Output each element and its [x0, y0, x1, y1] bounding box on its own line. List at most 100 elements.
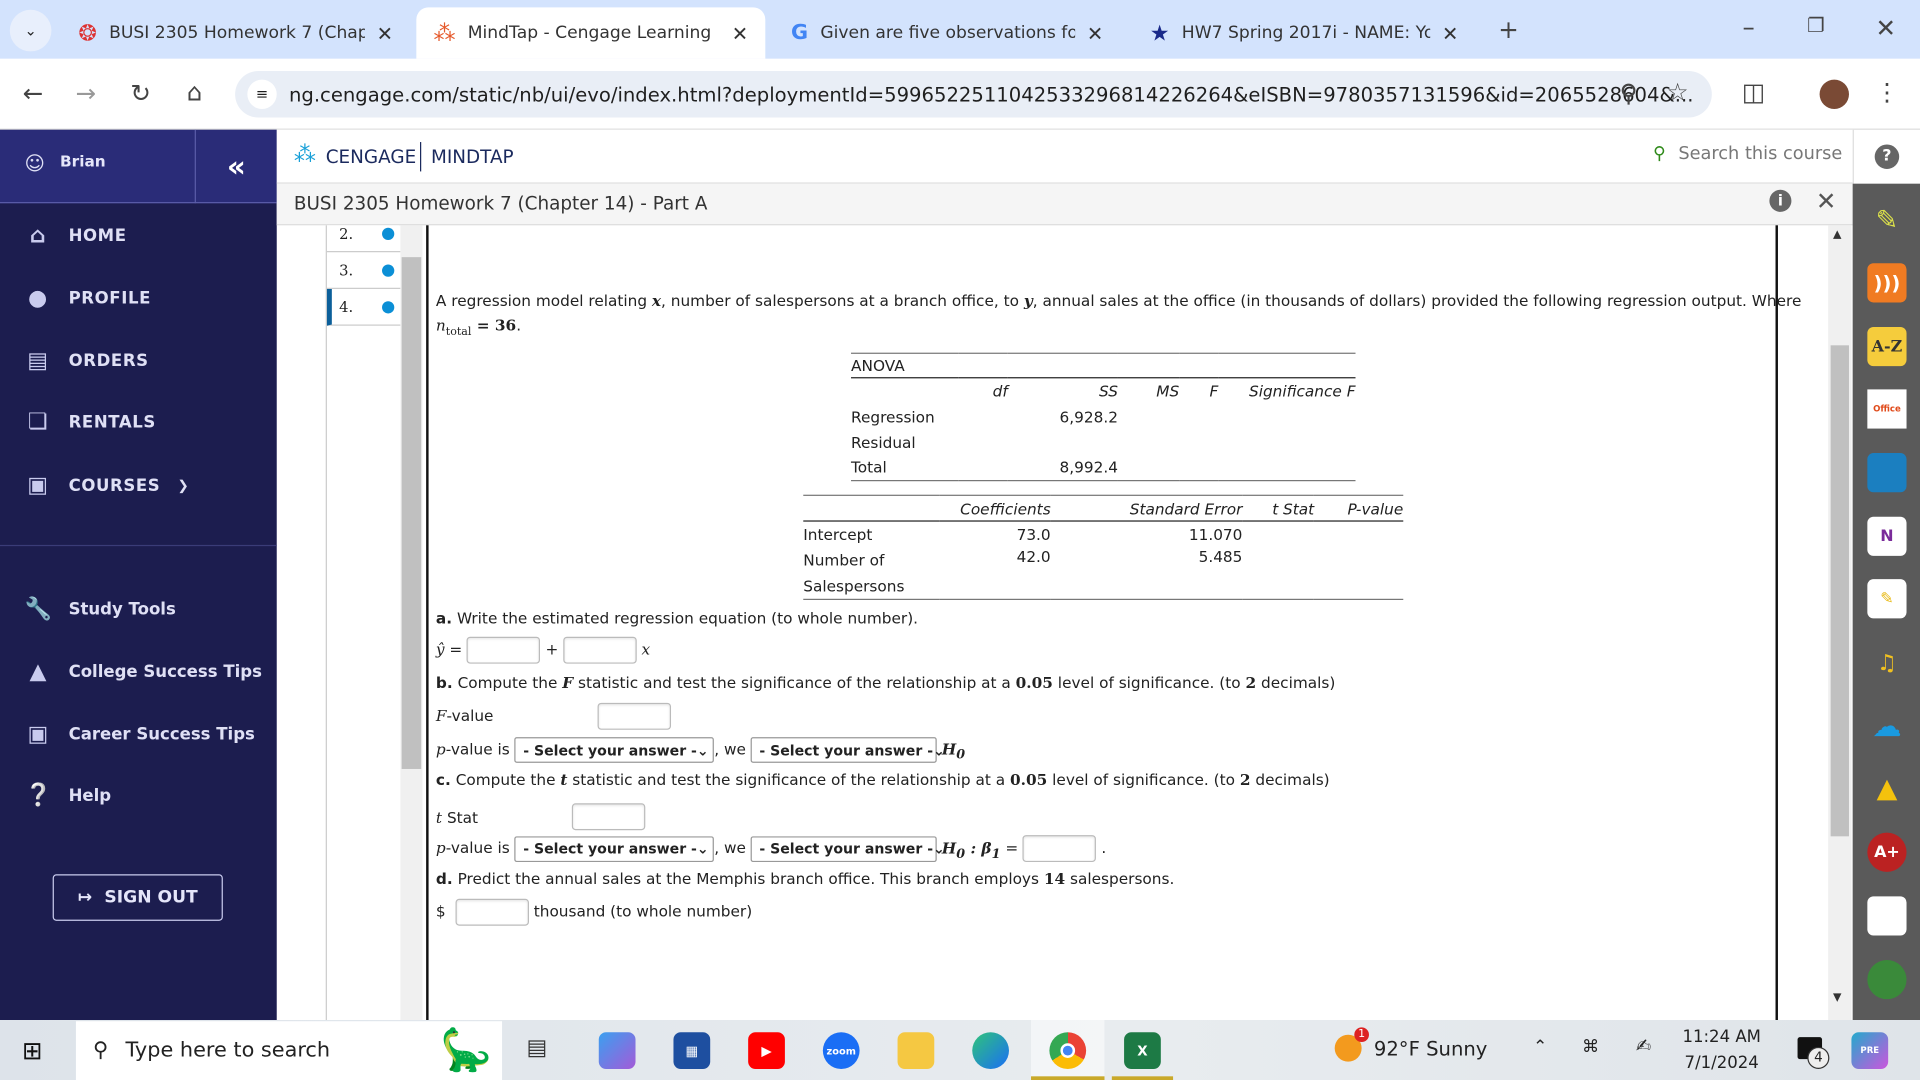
- clock[interactable]: 11:24 AM 7/1/2024: [1682, 1025, 1760, 1076]
- t-stat-input[interactable]: [571, 803, 646, 831]
- readspeaker-icon[interactable]: ♫: [1867, 643, 1906, 682]
- zoom-icon[interactable]: ⚲: [1610, 78, 1647, 107]
- weather-widget[interactable]: 1 92°F Sunny: [1334, 1027, 1487, 1062]
- reload-icon[interactable]: ↻: [122, 78, 159, 107]
- windows-start-icon[interactable]: ⊞: [22, 1036, 43, 1065]
- sidebar-divider: [0, 544, 277, 547]
- menu-icon[interactable]: ⋮: [1869, 77, 1906, 106]
- slope-input[interactable]: [563, 636, 637, 664]
- flashcards-icon[interactable]: [1867, 896, 1907, 936]
- forward-icon[interactable]: →: [67, 78, 104, 107]
- chrome-taskbar-item[interactable]: [1031, 1020, 1105, 1080]
- browser-tab[interactable]: ❂ BUSI 2305 Homework 7 (Chapte ✕: [61, 7, 410, 58]
- sign-out-button[interactable]: ↦ SIGN OUT: [52, 874, 223, 921]
- sidebar-item-courses[interactable]: ▣ COURSES ❯: [24, 473, 189, 499]
- close-tab-icon[interactable]: ✕: [1442, 21, 1458, 44]
- close-tab-icon[interactable]: ✕: [732, 21, 748, 44]
- sidebar-item-college-success-tips[interactable]: ▲ College Success Tips: [24, 659, 261, 685]
- close-icon[interactable]: ✕: [1816, 186, 1837, 215]
- profile-circle-icon[interactable]: [1867, 960, 1907, 1000]
- notes-icon[interactable]: ✎: [1867, 579, 1907, 619]
- chevron-up-icon[interactable]: ⌃: [1533, 1037, 1547, 1057]
- profile-avatar[interactable]: [1819, 79, 1849, 109]
- close-tab-icon[interactable]: ✕: [1087, 21, 1103, 44]
- pen-icon[interactable]: ✍: [1636, 1035, 1651, 1057]
- microsoft-store-icon[interactable]: ▦: [673, 1032, 711, 1069]
- pvalue-select[interactable]: - Select your answer - ⌄: [514, 737, 715, 763]
- question-item-current[interactable]: 4.: [326, 288, 401, 326]
- close-window-icon[interactable]: ✕: [1867, 13, 1904, 42]
- address-bar[interactable]: ≡ ng.cengage.com/static/nb/ui/evo/index.…: [235, 71, 1712, 118]
- rss-icon[interactable]: ))): [1867, 263, 1907, 303]
- copilot-pre-icon[interactable]: PRE: [1851, 1032, 1889, 1069]
- taskbar-search[interactable]: ⚲ Type here to search 🦕: [75, 1021, 503, 1080]
- bookmark-star-icon[interactable]: ☆: [1659, 77, 1696, 106]
- prediction-input[interactable]: [455, 898, 529, 926]
- scrollbar-thumb[interactable]: [1830, 345, 1849, 837]
- content-scrollbar[interactable]: ▲ ▼: [1828, 225, 1852, 1021]
- browser-tab[interactable]: G Given are five observations for t ✕: [774, 7, 1121, 58]
- help-button[interactable]: ?: [1852, 129, 1920, 184]
- edge-icon[interactable]: [972, 1032, 1009, 1069]
- google-favicon-icon: G: [791, 20, 809, 46]
- search-icon: ⚲: [93, 1038, 109, 1063]
- scrollbar-thumb[interactable]: [401, 257, 422, 769]
- beta1-input[interactable]: [1023, 835, 1097, 863]
- home-icon: ⌂: [29, 222, 47, 249]
- onenote-icon[interactable]: N: [1867, 516, 1907, 556]
- minimize-icon[interactable]: –: [1730, 12, 1767, 41]
- google-drive-icon[interactable]: ▲: [1867, 769, 1906, 808]
- sidebar-item-study-tools[interactable]: 🔧 Study Tools: [24, 596, 175, 622]
- wifi-icon[interactable]: ⌘: [1582, 1037, 1599, 1057]
- file-explorer-icon[interactable]: [897, 1032, 935, 1069]
- zoom-app-icon[interactable]: zoom: [822, 1032, 860, 1069]
- decision-select[interactable]: - Select your answer - ⌄: [750, 835, 945, 862]
- home-icon[interactable]: ⌂: [176, 77, 213, 106]
- profile-icon: ●: [28, 285, 48, 312]
- sidebar-item-help[interactable]: ❔ Help: [24, 782, 111, 808]
- question-list-scrollbar[interactable]: [400, 225, 423, 1021]
- decision-select[interactable]: - Select your answer - ⌄: [750, 737, 945, 763]
- notifications-icon[interactable]: 4: [1797, 1037, 1830, 1069]
- f-value-input[interactable]: [597, 702, 672, 730]
- browser-tab-active[interactable]: ⁂ MindTap - Cengage Learning ✕: [416, 7, 766, 59]
- collapse-sidebar-button[interactable]: «: [194, 129, 277, 204]
- excel-taskbar-item[interactable]: X: [1111, 1020, 1174, 1080]
- question-item[interactable]: 2.: [326, 216, 401, 253]
- back-icon[interactable]: ←: [15, 78, 52, 107]
- new-tab-icon[interactable]: +: [1490, 15, 1527, 44]
- sidebar-item-orders[interactable]: ▤ ORDERS: [24, 348, 148, 374]
- course-search[interactable]: ⚲ Search this course: [1653, 144, 1842, 164]
- chevron-down-icon: ⌄: [696, 840, 709, 858]
- restore-icon[interactable]: ❐: [1798, 13, 1835, 36]
- extensions-icon[interactable]: ◫: [1735, 77, 1772, 106]
- onedrive-icon[interactable]: ☁: [1867, 707, 1906, 746]
- sidebar-item-profile[interactable]: ● PROFILE: [24, 285, 151, 311]
- aplus-icon[interactable]: A+: [1867, 832, 1907, 872]
- sidebar-user: ☺ Brian «: [0, 129, 277, 204]
- office-icon[interactable]: Office: [1867, 389, 1907, 429]
- highlighter-icon[interactable]: ✎: [1867, 201, 1906, 240]
- question-item[interactable]: 3.: [326, 252, 401, 289]
- task-view-icon[interactable]: ▤: [527, 1035, 548, 1061]
- table-row: Residual: [851, 432, 916, 452]
- pvalue-select[interactable]: - Select your answer - ⌄: [514, 835, 715, 862]
- browser-tab-strip: ⌄ ❂ BUSI 2305 Homework 7 (Chapte ✕ ⁂ Min…: [0, 0, 1920, 59]
- part-a: a. Write the estimated regression equati…: [435, 608, 919, 627]
- intercept-input[interactable]: [467, 636, 541, 664]
- scroll-up-icon[interactable]: ▲: [1833, 229, 1841, 241]
- sidebar-item-home[interactable]: ⌂ HOME: [24, 223, 126, 249]
- tab-search-button[interactable]: ⌄: [9, 9, 52, 52]
- part-b: b. Compute the F statistic and test the …: [435, 673, 1336, 692]
- browser-tab[interactable]: ★ HW7 Spring 2017i - NAME: You ✕: [1133, 7, 1476, 58]
- scroll-down-icon[interactable]: ▼: [1833, 992, 1841, 1004]
- sidebar-item-career-success-tips[interactable]: ▣ Career Success Tips: [24, 721, 255, 747]
- glossary-az-icon[interactable]: A-Z: [1867, 326, 1907, 367]
- copilot-icon[interactable]: [598, 1032, 636, 1069]
- info-icon[interactable]: i: [1769, 189, 1792, 212]
- close-tab-icon[interactable]: ✕: [377, 21, 393, 44]
- book-icon[interactable]: [1867, 453, 1907, 493]
- site-info-icon[interactable]: ≡: [247, 79, 277, 109]
- youtube-icon[interactable]: ▶: [748, 1032, 785, 1069]
- sidebar-item-rentals[interactable]: ❏ RENTALS: [24, 409, 156, 435]
